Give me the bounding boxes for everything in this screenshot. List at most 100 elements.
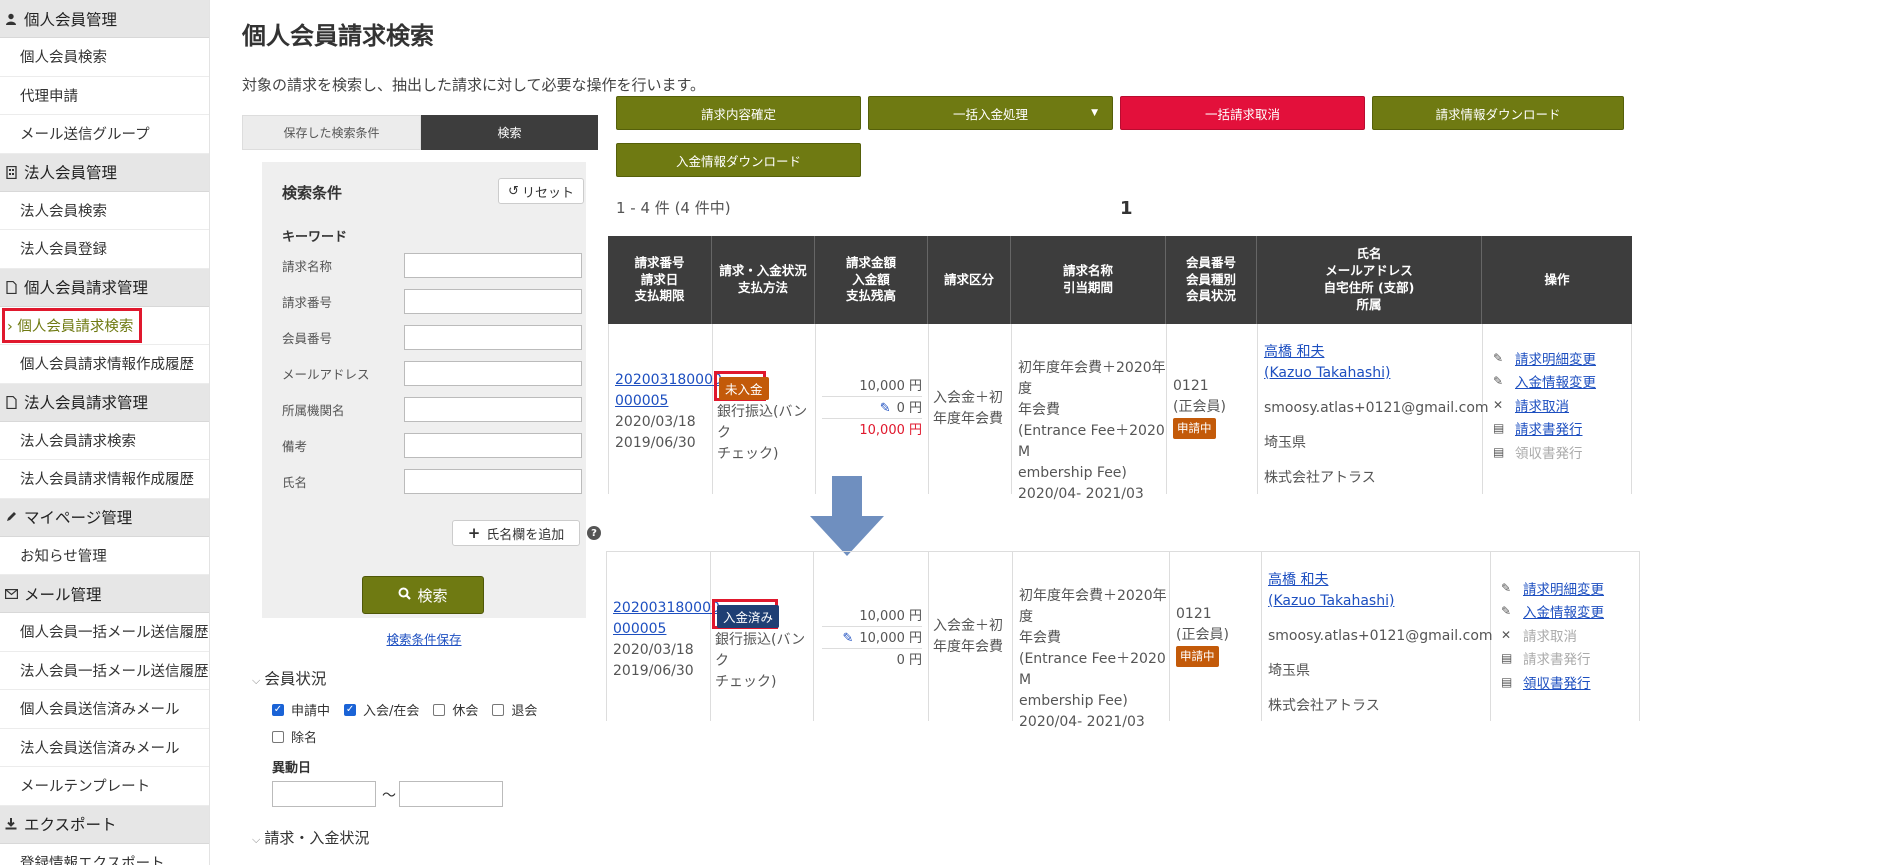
pencil-icon[interactable]: ✎	[880, 401, 891, 416]
op-edit-bill-detail[interactable]: ✎ 請求明細変更	[1501, 576, 1604, 600]
add-name-label: 氏名欄を追加	[486, 527, 565, 543]
op-edit-payment[interactable]: ✎ 入金情報変更	[1501, 600, 1604, 624]
tab-search[interactable]: 検索	[421, 115, 598, 150]
chevron-down-icon: ⌵	[252, 674, 261, 687]
sidebar-item-mail-individual-sent[interactable]: 個人会員送信済みメール	[0, 690, 209, 729]
sidebar-item-label: 登録情報エクスポート	[20, 855, 165, 865]
bill-category: 入会金＋初 年度年会費	[933, 388, 1003, 430]
sidebar-item-label: 法人会員一括メール送信履歴	[20, 663, 209, 680]
sidebar-section-corporate-billing[interactable]: 法人会員請求管理	[0, 383, 209, 422]
sidebar-section-mail[interactable]: メール管理	[0, 575, 209, 613]
bill-number-block: 202003180000 000005 2020/03/18 2019/06/30	[613, 598, 720, 682]
checkbox-expelled[interactable]: 除名	[272, 727, 317, 746]
bulk-cancel-button[interactable]: 一括請求取消	[1120, 96, 1365, 130]
cell-category: 入会金＋初 年度年会費	[929, 552, 1013, 721]
pencil-icon: ✎	[1501, 604, 1512, 619]
bulk-payment-button[interactable]: 一括入金処理 ▼	[868, 96, 1113, 130]
arrow-down-icon	[810, 476, 884, 556]
search-panel-tabs: 保存した検索条件 検索	[242, 115, 598, 150]
main-content: 個人会員請求検索 対象の請求を検索し、抽出した請求に対して必要な操作を行います。…	[210, 0, 1877, 865]
sidebar-section-corporate[interactable]: 法人会員管理	[0, 153, 209, 192]
sidebar-item-mail-template[interactable]: メールテンプレート	[0, 767, 209, 806]
person-name-link[interactable]: 高橋 和夫 (Kazuo Takahashi)	[1264, 342, 1489, 384]
op-edit-bill-detail[interactable]: ✎ 請求明細変更	[1493, 346, 1596, 370]
header-bill-name: 請求名称 引当期間	[1011, 236, 1166, 324]
person-name-link[interactable]: 高橋 和夫 (Kazuo Takahashi)	[1268, 570, 1493, 612]
result-count: 1 - 4 件 (4 件中)	[616, 199, 731, 217]
member-status-checks: ✓ 申請中 ✓ 入会/在会 休会 退会 除名	[272, 700, 592, 746]
bill-status-heading[interactable]: ⌵ 請求・入金状況	[252, 827, 369, 848]
caret-down-icon: ▼	[1091, 108, 1098, 118]
add-name-field-button[interactable]: + 氏名欄を追加	[452, 520, 580, 546]
search-button[interactable]: 検索	[362, 576, 484, 614]
close-icon: ✕	[1501, 627, 1512, 642]
email-input[interactable]	[404, 360, 582, 386]
sidebar-item-corporate-billing-history[interactable]: 法人会員請求情報作成履歴	[0, 460, 209, 499]
checkbox-enrolled[interactable]: ✓ 入会/在会	[344, 700, 419, 719]
bill-number-link[interactable]: 202003180000 000005	[613, 598, 720, 640]
field-label: 備考	[282, 438, 308, 454]
download-bill-button[interactable]: 請求情報ダウンロード	[1372, 96, 1624, 130]
sidebar-item-mail-corporate-sent[interactable]: 法人会員送信済みメール	[0, 729, 209, 767]
reset-button[interactable]: ↺ リセット	[498, 178, 584, 204]
field-row-remarks: 備考	[282, 432, 582, 458]
sidebar-section-label: 個人会員請求管理	[24, 279, 149, 297]
page-number[interactable]: 1	[1120, 198, 1133, 219]
sidebar-item-corporate-billing-search[interactable]: 法人会員請求検索	[0, 422, 209, 460]
sidebar-item-corporate-register[interactable]: 法人会員登録	[0, 230, 209, 269]
change-date-from-input[interactable]	[272, 781, 376, 807]
checkbox-suspended[interactable]: 休会	[433, 700, 478, 719]
sidebar-section-mypage[interactable]: マイページ管理	[0, 498, 209, 537]
sidebar-item-mail-group[interactable]: メール送信グループ	[0, 115, 209, 154]
member-status-heading[interactable]: ⌵ 会員状況	[252, 667, 326, 689]
sidebar-item-proxy[interactable]: 代理申請	[0, 77, 209, 115]
bill-number-input[interactable]	[404, 288, 582, 314]
download-payment-button[interactable]: 入金情報ダウンロード	[616, 143, 861, 177]
sidebar-item-label: 法人会員登録	[20, 242, 107, 259]
confirm-bill-button[interactable]: 請求内容確定	[616, 96, 861, 130]
pencil-icon[interactable]: ✎	[842, 631, 853, 646]
sidebar-section-label: 個人会員管理	[24, 10, 118, 29]
payment-method-line: 銀行振込(バンク	[717, 404, 808, 441]
paid-amount-value: 0 円	[896, 401, 922, 416]
name-input[interactable]	[404, 468, 582, 494]
remarks-input[interactable]	[404, 432, 582, 458]
sidebar-section-export[interactable]: エクスポート	[0, 805, 209, 844]
op-edit-payment[interactable]: ✎ 入金情報変更	[1493, 370, 1596, 394]
member-number-input[interactable]	[404, 324, 582, 350]
op-issue-invoice[interactable]: ▤ 請求書発行	[1493, 417, 1596, 441]
save-conditions-link[interactable]: 検索条件保存	[262, 618, 586, 658]
sidebar-item-notice[interactable]: お知らせ管理	[0, 537, 209, 575]
sidebar-section-individual[interactable]: 個人会員管理	[0, 0, 209, 38]
org-input[interactable]	[404, 396, 582, 422]
op-cancel-bill[interactable]: ✕ 請求取消	[1493, 393, 1596, 417]
bill-number-link[interactable]: 202003180000 000005	[615, 370, 722, 412]
mail-icon	[4, 587, 18, 601]
cell-category: 入会金＋初 年度年会費	[929, 324, 1012, 494]
sidebar-item-export-registration[interactable]: 登録情報エクスポート	[0, 844, 209, 865]
person-address: 埼玉県	[1264, 435, 1306, 451]
sidebar-item-mail-corporate-bulk[interactable]: 法人会員一括メール送信履歴	[0, 652, 209, 690]
sidebar-item-label: お知らせ管理	[20, 548, 107, 565]
checkbox-label: 入会/在会	[363, 704, 420, 719]
sidebar-item-individual-search[interactable]: 個人会員検索	[0, 38, 209, 77]
search-conditions-box: 検索条件 ↺ リセット キーワード 請求名称 請求番号 会員番号 メールアドレス …	[262, 162, 601, 658]
checkbox-withdrawn[interactable]: 退会	[492, 700, 537, 719]
change-date-to-input[interactable]	[399, 781, 503, 807]
sidebar-item-mail-individual-bulk[interactable]: 個人会員一括メール送信履歴	[0, 613, 209, 652]
tab-saved-conditions[interactable]: 保存した検索条件	[242, 115, 421, 150]
sidebar-item-individual-billing-search[interactable]: › 個人会員請求検索	[0, 307, 209, 345]
bill-number-part: 202003180000	[615, 372, 722, 388]
bill-name-input[interactable]	[404, 252, 582, 278]
bill-name-line: (Entrance Fee＋2020 M	[1018, 423, 1165, 460]
cell-bill-number: 202003180000 000005 2020/03/18 2019/06/30	[609, 324, 722, 494]
sidebar-item-label: 法人会員検索	[20, 203, 107, 220]
sidebar-section-label: メール管理	[24, 585, 102, 604]
sidebar-item-corporate-search[interactable]: 法人会員検索	[0, 192, 209, 230]
member-status-label: 会員状況	[264, 670, 327, 688]
help-icon[interactable]: ?	[587, 526, 601, 540]
checkbox-applying[interactable]: ✓ 申請中	[272, 700, 330, 719]
sidebar-item-individual-billing-history[interactable]: 個人会員請求情報作成履歴	[0, 345, 209, 384]
sidebar-section-individual-billing[interactable]: 個人会員請求管理	[0, 268, 209, 307]
op-issue-receipt[interactable]: ▤ 領収書発行	[1501, 670, 1604, 694]
